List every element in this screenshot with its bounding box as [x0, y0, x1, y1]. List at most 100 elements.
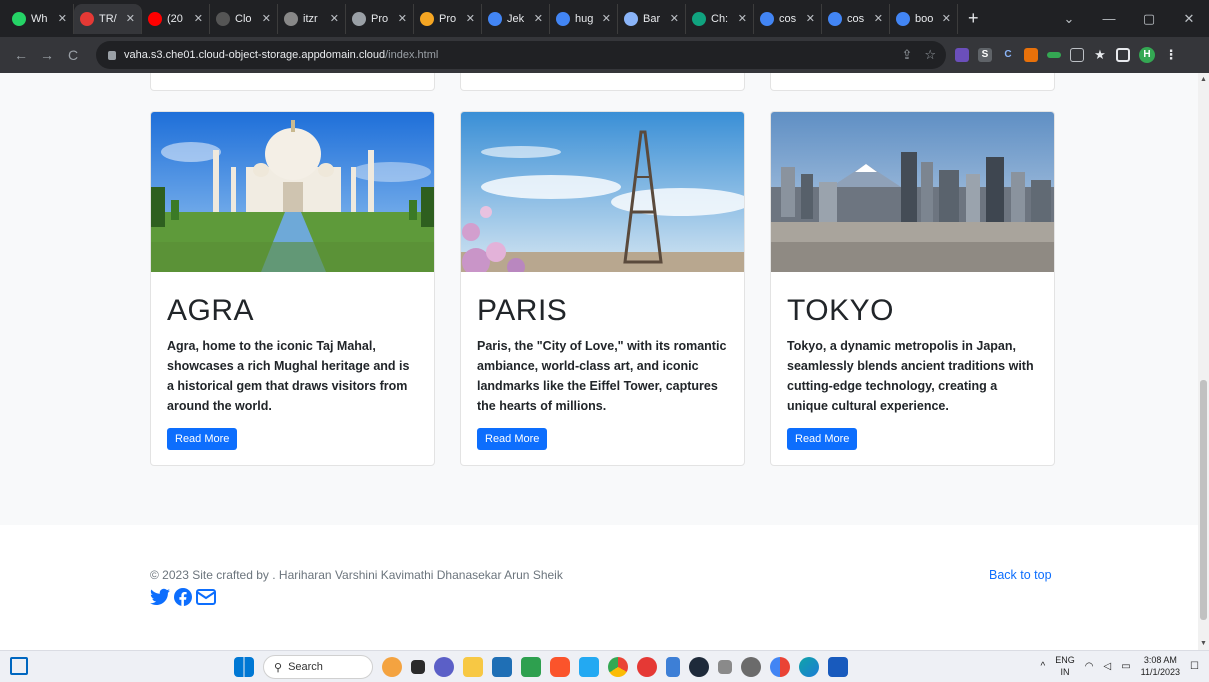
edge-icon[interactable] — [799, 657, 819, 677]
tab-close-icon[interactable]: ✕ — [262, 12, 271, 25]
extension-icon[interactable] — [1070, 48, 1084, 62]
tab-close-icon[interactable]: ✕ — [806, 12, 815, 25]
chrome-canary-icon[interactable] — [770, 657, 790, 677]
chat-icon[interactable] — [434, 657, 454, 677]
twitter-icon[interactable] — [150, 588, 170, 606]
extension-icon[interactable] — [955, 48, 969, 62]
back-icon[interactable]: ← — [8, 47, 34, 63]
card-text: Tokyo, a dynamic metropolis in Japan, se… — [787, 339, 1034, 413]
chrome-icon[interactable] — [608, 657, 628, 677]
reload-icon[interactable]: C — [60, 47, 86, 63]
tab-close-icon[interactable]: ✕ — [194, 12, 203, 25]
file-explorer-icon[interactable] — [463, 657, 483, 677]
close-window-button[interactable]: ✕ — [1169, 11, 1209, 27]
new-tab-button[interactable]: + — [958, 8, 989, 29]
volume-icon[interactable]: ◁ — [1104, 661, 1112, 672]
url-path: /index.html — [385, 49, 439, 61]
taskbar-app-icon[interactable] — [718, 660, 732, 674]
address-bar[interactable]: vaha.s3.che01.cloud-object-storage.appdo… — [96, 41, 946, 69]
widgets-icon[interactable] — [10, 657, 28, 675]
browser-tab[interactable]: Ch: ✕ — [686, 3, 754, 34]
read-more-button[interactable]: Read More — [167, 428, 238, 450]
read-more-button[interactable]: Read More — [787, 428, 858, 450]
task-view-icon[interactable] — [411, 660, 425, 674]
browser-tab[interactable]: boo ✕ — [890, 3, 958, 34]
language-indicator[interactable]: ENG IN — [1055, 654, 1075, 678]
scroll-up-arrow-icon[interactable]: ▲ — [1200, 76, 1207, 83]
bookmark-star-icon[interactable]: ☆ — [924, 47, 936, 63]
store-icon[interactable] — [492, 657, 512, 677]
tab-close-icon[interactable]: ✕ — [874, 12, 883, 25]
restore-button[interactable]: ▢ — [1129, 11, 1169, 27]
browser-tab[interactable]: cos ✕ — [754, 3, 822, 34]
extension-s-icon[interactable]: S — [978, 48, 992, 62]
browser-tab[interactable]: Pro ✕ — [414, 3, 482, 34]
scroll-down-arrow-icon[interactable]: ▼ — [1200, 640, 1207, 647]
tokyo-skyline-image — [771, 112, 1054, 272]
card-partial — [460, 73, 745, 91]
tab-close-icon[interactable]: ✕ — [330, 12, 339, 25]
brave-icon[interactable] — [550, 657, 570, 677]
taskbar-app-icon[interactable] — [689, 657, 709, 677]
facebook-icon[interactable] — [174, 588, 192, 606]
wifi-icon[interactable]: ◠ — [1085, 661, 1094, 672]
menu-icon[interactable]: ⋮ — [1164, 48, 1178, 62]
browser-tab[interactable]: hug ✕ — [550, 3, 618, 34]
start-icon[interactable] — [234, 657, 254, 677]
tab-close-icon[interactable]: ✕ — [738, 12, 747, 25]
taskbar-app-icon[interactable] — [382, 657, 402, 677]
chevron-up-icon[interactable]: ^ — [1041, 661, 1046, 672]
browser-tab[interactable]: cos ✕ — [822, 3, 890, 34]
minimize-button[interactable]: — — [1089, 11, 1129, 26]
browser-tab[interactable]: Pro ✕ — [346, 3, 414, 34]
browser-tab[interactable]: (20 ✕ — [142, 3, 210, 34]
tab-close-icon[interactable]: ✕ — [602, 12, 611, 25]
back-to-top-link[interactable]: Back to top — [989, 568, 1052, 582]
vscode-icon[interactable] — [579, 657, 599, 677]
tab-close-icon[interactable]: ✕ — [58, 12, 67, 25]
tab-close-icon[interactable]: ✕ — [670, 12, 679, 25]
word-icon[interactable] — [828, 657, 848, 677]
puzzle-icon[interactable]: ★ — [1093, 48, 1107, 62]
clock[interactable]: 3:08 AM 11/1/2023 — [1141, 654, 1180, 678]
tab-favicon-icon — [352, 11, 366, 26]
browser-tab[interactable]: TR/ ✕ — [74, 3, 142, 34]
tab-title: cos — [847, 12, 865, 25]
card-partial — [770, 73, 1055, 91]
browser-tab[interactable]: Jek ✕ — [482, 3, 550, 34]
read-more-button[interactable]: Read More — [477, 428, 548, 450]
settings-icon[interactable] — [741, 657, 761, 677]
taskbar-search[interactable]: ⚲ Search — [263, 655, 373, 679]
notepad-icon[interactable] — [666, 657, 680, 677]
tab-close-icon[interactable]: ✕ — [126, 12, 135, 25]
browser-tab[interactable]: itzr ✕ — [278, 3, 346, 34]
side-panel-icon[interactable] — [1116, 48, 1130, 62]
browser-tab[interactable]: Clo ✕ — [210, 3, 278, 34]
tab-close-icon[interactable]: ✕ — [466, 12, 475, 25]
card-partial — [150, 73, 435, 91]
browser-tab[interactable]: Wh ✕ — [6, 3, 74, 34]
tab-favicon-icon — [828, 11, 842, 26]
battery-icon[interactable]: ▭ — [1121, 661, 1130, 672]
copyright-text: © 2023 Site crafted by . Hariharan Varsh… — [150, 568, 563, 582]
extension-icon[interactable] — [1047, 52, 1061, 58]
tab-close-icon[interactable]: ✕ — [398, 12, 407, 25]
extension-icon[interactable] — [1024, 48, 1038, 62]
mail-icon[interactable] — [196, 588, 216, 606]
tab-close-icon[interactable]: ✕ — [942, 12, 951, 25]
tab-search-icon[interactable]: ⌄ — [1049, 11, 1089, 27]
scrollbar-thumb[interactable] — [1200, 380, 1207, 620]
card-text: Paris, the "City of Love," with its roma… — [477, 339, 727, 413]
extension-c-icon[interactable]: C — [1001, 48, 1015, 62]
page-scrollbar[interactable]: ▲ ▼ — [1198, 73, 1209, 650]
taskbar-app-l-icon[interactable] — [521, 657, 541, 677]
notification-icon[interactable]: ☐ — [1190, 661, 1199, 672]
profile-avatar[interactable]: H — [1139, 47, 1155, 63]
browser-tab[interactable]: Bar ✕ — [618, 3, 686, 34]
tab-favicon-icon — [216, 11, 230, 26]
forward-icon[interactable]: → — [34, 47, 60, 63]
share-icon[interactable]: ⇪ — [901, 47, 912, 63]
tab-close-icon[interactable]: ✕ — [534, 12, 543, 25]
tab-title: Pro — [371, 12, 389, 25]
taskbar-app-icon[interactable] — [637, 657, 657, 677]
